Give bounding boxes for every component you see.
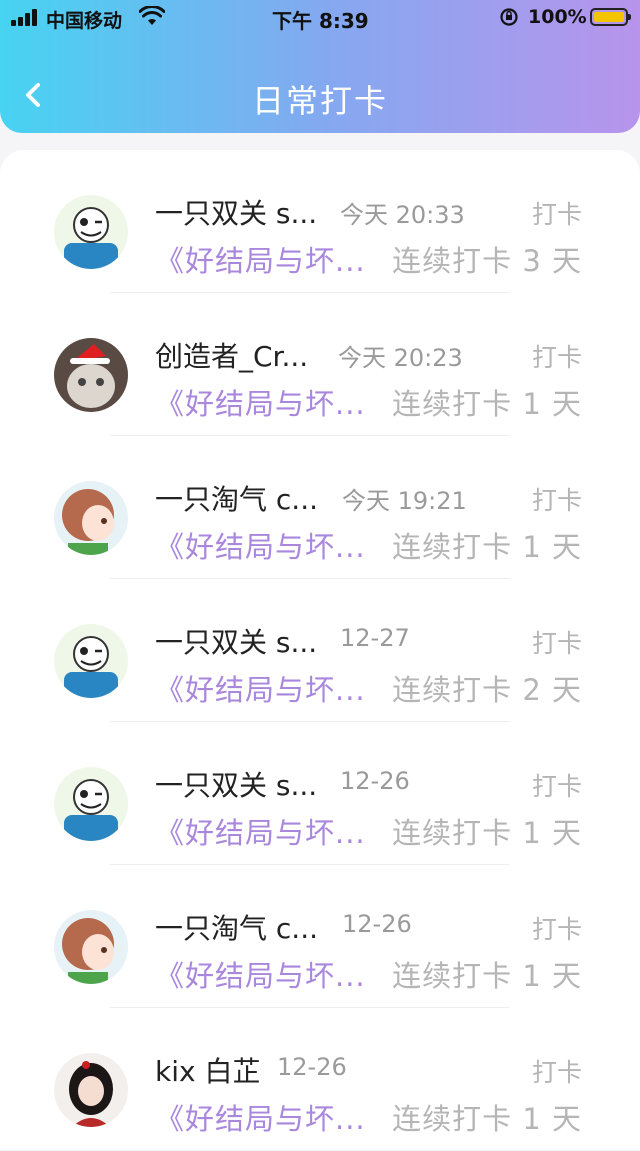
header: 中国移动 下午 8:39 100% 日常打卡 — [0, 0, 640, 133]
streak-count: 连续打卡 1 天 — [392, 1102, 582, 1136]
brown-hair-girl-avatar[interactable] — [54, 910, 128, 984]
activity-title[interactable]: 《好结局与坏... — [155, 524, 366, 566]
status-time: 下午 8:39 — [272, 9, 369, 33]
checkin-tag: 打卡 — [531, 772, 582, 801]
list-item[interactable]: 创造者_Cr... 今天 20:23 打卡 《好结局与坏... 连续打卡 1 天 — [0, 293, 640, 436]
checkin-list: 一只双关 s... 今天 20:33 打卡 《好结局与坏... 连续打卡 3 天… — [0, 150, 640, 1150]
streak-count: 连续打卡 1 天 — [392, 387, 582, 421]
list-item[interactable]: 一只淘气 c... 12-26 打卡 《好结局与坏... 连续打卡 1 天 — [0, 865, 640, 1008]
checkin-tag: 打卡 — [531, 200, 582, 229]
activity-title[interactable]: 《好结局与坏... — [155, 238, 366, 280]
user-name: 一只淘气 c... — [155, 912, 318, 945]
checkin-date: 12-26 — [342, 910, 412, 938]
signal-icon — [11, 9, 41, 26]
checkin-date: 12-26 — [277, 1053, 347, 1081]
dark-hair-girl-avatar[interactable] — [54, 1053, 128, 1127]
list-item[interactable]: 一只淘气 c... 今天 19:21 打卡 《好结局与坏... 连续打卡 1 天 — [0, 436, 640, 579]
checkin-tag: 打卡 — [531, 915, 582, 944]
battery-percentage: 100% — [528, 6, 587, 28]
activity-title[interactable]: 《好结局与坏... — [155, 667, 366, 709]
checkin-tag: 打卡 — [531, 343, 582, 372]
rotation-lock-icon — [500, 8, 518, 26]
activity-title[interactable]: 《好结局与坏... — [155, 381, 366, 423]
page-title: 日常打卡 — [251, 82, 388, 120]
skeleton-avatar[interactable] — [54, 624, 128, 698]
checkin-date: 今天 20:23 — [338, 344, 463, 372]
user-name: 一只双关 s... — [155, 769, 318, 802]
checkin-tag: 打卡 — [531, 486, 582, 515]
list-item[interactable]: 一只双关 s... 今天 20:33 打卡 《好结局与坏... 连续打卡 3 天 — [0, 150, 640, 293]
activity-title[interactable]: 《好结局与坏... — [155, 810, 366, 852]
status-bar: 中国移动 下午 8:39 100% — [0, 0, 640, 36]
checkin-tag: 打卡 — [531, 629, 582, 658]
cat-santa-hat-avatar[interactable] — [54, 338, 128, 412]
activity-title[interactable]: 《好结局与坏... — [155, 1096, 366, 1138]
brown-hair-girl-avatar[interactable] — [54, 481, 128, 555]
skeleton-avatar[interactable] — [54, 767, 128, 841]
checkin-date: 12-26 — [340, 767, 410, 795]
checkin-date: 今天 19:21 — [342, 487, 467, 515]
carrier-label: 中国移动 — [46, 10, 123, 32]
user-name: kix 白芷 — [155, 1055, 261, 1088]
streak-count: 连续打卡 1 天 — [392, 816, 582, 850]
user-name: 一只双关 s... — [155, 626, 318, 659]
user-name: 一只淘气 c... — [155, 483, 318, 516]
activity-title[interactable]: 《好结局与坏... — [155, 953, 366, 995]
list-item[interactable]: 一只双关 s... 12-27 打卡 《好结局与坏... 连续打卡 2 天 — [0, 579, 640, 722]
list-item[interactable]: 一只双关 s... 12-26 打卡 《好结局与坏... 连续打卡 1 天 — [0, 722, 640, 865]
streak-count: 连续打卡 2 天 — [392, 673, 582, 707]
streak-count: 连续打卡 1 天 — [392, 530, 582, 564]
checkin-date: 12-27 — [340, 624, 410, 652]
wifi-icon — [139, 6, 165, 25]
streak-count: 连续打卡 1 天 — [392, 959, 582, 993]
skeleton-avatar[interactable] — [54, 195, 128, 269]
list-item[interactable]: kix 白芷 12-26 打卡 《好结局与坏... 连续打卡 1 天 — [0, 1008, 640, 1151]
checkin-date: 今天 20:33 — [340, 201, 465, 229]
user-name: 一只双关 s... — [155, 197, 318, 230]
checkin-tag: 打卡 — [531, 1058, 582, 1087]
user-name: 创造者_Cr... — [155, 340, 309, 373]
streak-count: 连续打卡 3 天 — [392, 244, 582, 278]
battery-icon — [590, 8, 631, 26]
